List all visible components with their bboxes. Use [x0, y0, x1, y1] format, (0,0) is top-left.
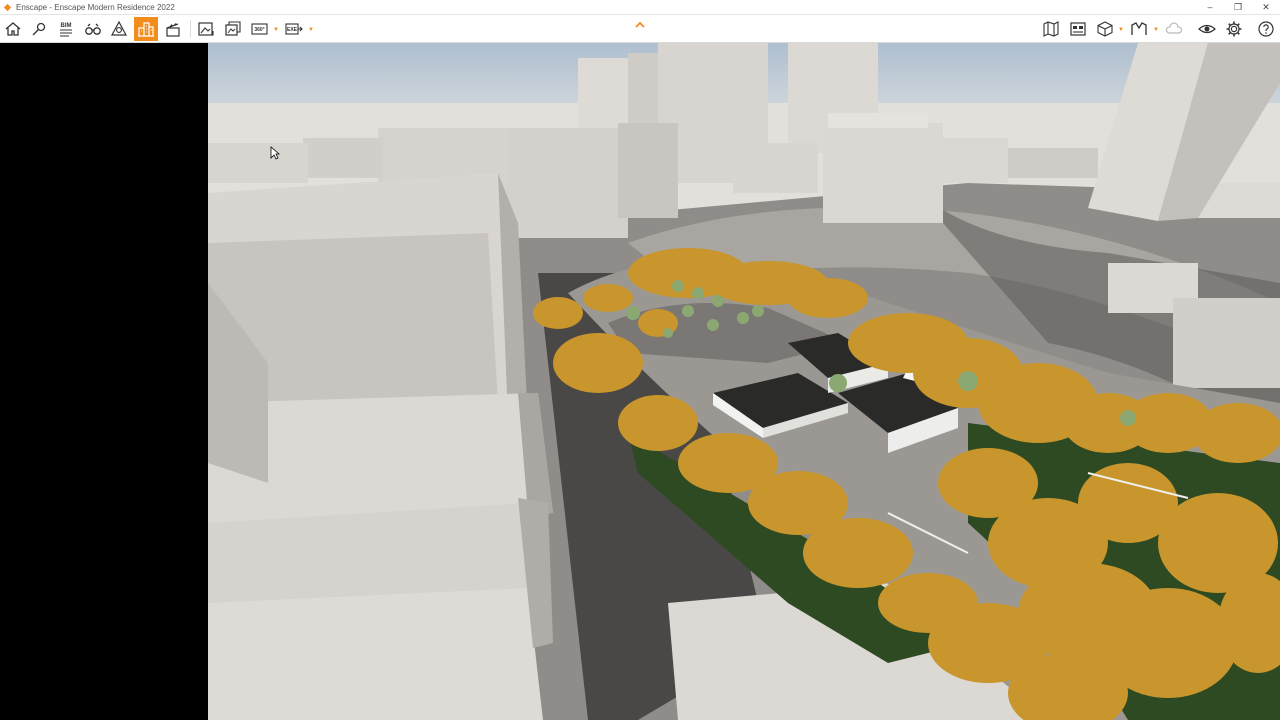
svg-text:BIM: BIM	[61, 23, 72, 29]
asset-map-button[interactable]	[1039, 17, 1063, 41]
gear-icon	[1226, 21, 1242, 37]
restore-icon[interactable]: ❐	[1224, 0, 1252, 15]
video-editor-button[interactable]	[161, 17, 185, 41]
home-button[interactable]	[1, 17, 25, 41]
render-viewport[interactable]	[208, 43, 1280, 720]
home-icon	[5, 22, 21, 36]
minimize-icon[interactable]: –	[1196, 0, 1224, 15]
clapperboard-icon	[166, 23, 180, 37]
compass-button[interactable]	[107, 17, 131, 41]
cube-icon	[1097, 21, 1113, 37]
help-button[interactable]	[1254, 17, 1278, 41]
compass-icon	[110, 20, 128, 36]
scene-render	[208, 43, 1280, 720]
toolbar: BIM 360° ▼ EXE ▼ ▼ ▼	[0, 15, 1280, 43]
export-icon: EXE	[285, 23, 303, 35]
site-context-button[interactable]	[134, 17, 158, 41]
binoculars-button[interactable]	[81, 17, 105, 41]
mouse-cursor-icon	[270, 146, 280, 160]
batch-render-icon	[225, 21, 241, 36]
collaboration-button[interactable]	[1162, 17, 1186, 41]
panorama-360-icon: 360°	[251, 23, 268, 35]
material-editor-button[interactable]	[1127, 17, 1151, 41]
close-icon[interactable]: ✕	[1252, 0, 1280, 15]
binoculars-icon	[85, 23, 101, 35]
bim-icon: BIM	[60, 23, 72, 37]
enscape-logo-icon	[3, 3, 12, 11]
navigation-button[interactable]	[27, 17, 51, 41]
left-empty-pane	[0, 43, 208, 720]
location-pin-icon	[32, 22, 46, 36]
svg-text:360°: 360°	[254, 27, 264, 33]
asset-library-button[interactable]	[1066, 17, 1090, 41]
visual-settings-button[interactable]	[1195, 17, 1219, 41]
eye-icon	[1198, 24, 1216, 34]
settings-button[interactable]	[1222, 17, 1246, 41]
material-dropdown-icon[interactable]: ▼	[1153, 27, 1159, 33]
chevron-up-icon[interactable]	[632, 17, 648, 31]
export-button[interactable]: EXE	[282, 17, 306, 41]
library-icon	[1070, 22, 1086, 36]
buildings-icon	[138, 22, 154, 37]
svg-text:EXE: EXE	[287, 27, 298, 33]
material-icon	[1131, 22, 1147, 35]
view-dropdown-icon[interactable]: ▼	[1118, 27, 1124, 33]
view-management-button[interactable]	[1093, 17, 1117, 41]
batch-render-button[interactable]	[221, 17, 245, 41]
render-image-button[interactable]	[194, 17, 218, 41]
cloud-icon	[1165, 22, 1183, 34]
render-image-icon	[198, 22, 214, 36]
export-dropdown-icon[interactable]: ▼	[308, 27, 314, 33]
panorama-dropdown-icon[interactable]: ▼	[273, 27, 279, 33]
title-bar: Enscape - Enscape Modern Residence 2022 …	[0, 0, 1280, 15]
map-icon	[1043, 21, 1059, 37]
help-icon	[1258, 21, 1274, 37]
toolbar-separator	[190, 20, 191, 38]
panorama-button[interactable]: 360°	[248, 17, 272, 41]
bim-info-button[interactable]: BIM	[54, 17, 78, 41]
window-title: Enscape - Enscape Modern Residence 2022	[16, 2, 175, 12]
